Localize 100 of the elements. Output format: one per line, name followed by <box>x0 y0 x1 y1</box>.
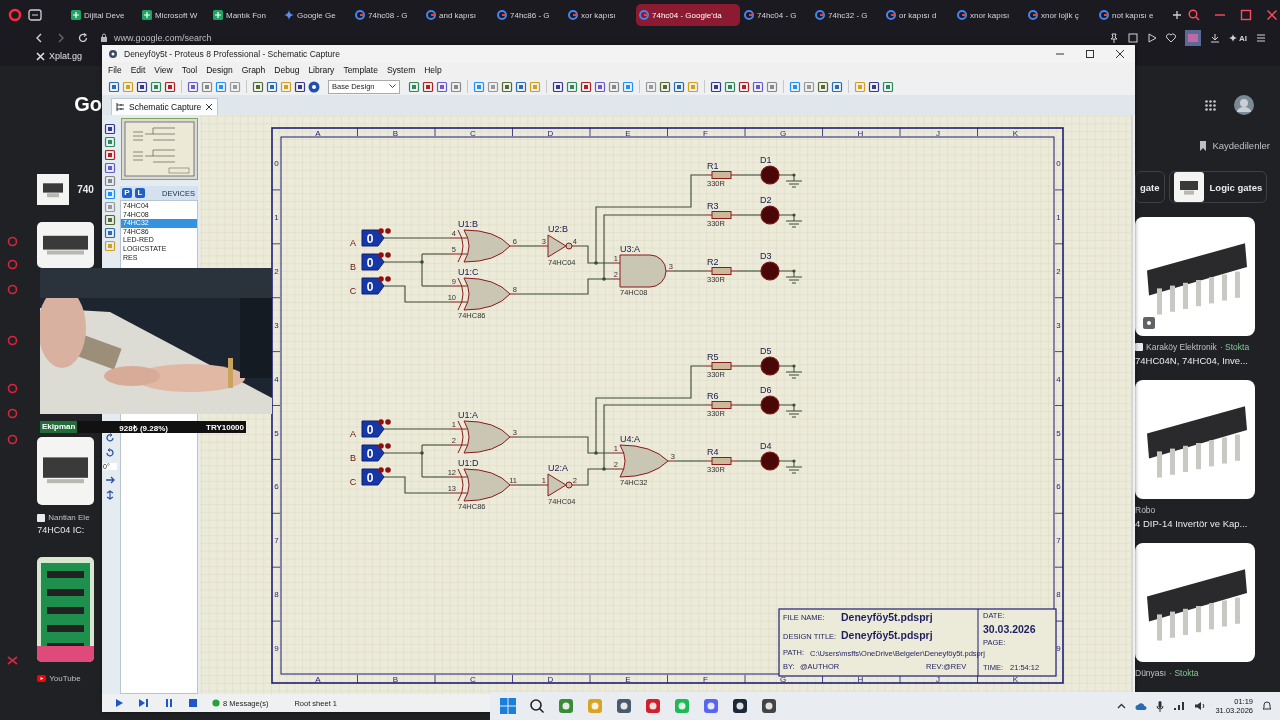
input-label: B <box>350 262 356 272</box>
menu-item[interactable]: Tool <box>181 65 198 75</box>
store-name: Dünyası <box>1135 668 1167 678</box>
resistor-label: R6 <box>707 391 719 401</box>
source-text: Nantian Ele <box>48 513 90 522</box>
grid-label: 7 <box>274 536 279 546</box>
document-tab[interactable]: Schematic Capture <box>111 98 219 115</box>
grid-label: 1 <box>274 212 279 222</box>
led-label: D3 <box>760 251 772 261</box>
grid-label: 4 <box>1056 374 1061 384</box>
grid-label: 7 <box>1056 536 1061 546</box>
menu-item[interactable]: Debug <box>274 65 300 75</box>
grid-label: 3 <box>1056 320 1061 330</box>
logic-value: 0 <box>366 446 374 461</box>
grid-label: E <box>625 128 631 138</box>
result-title[interactable]: 74HC04 IC: <box>37 525 102 535</box>
logic-value: 0 <box>366 422 374 437</box>
menu-item[interactable]: Library <box>308 65 335 75</box>
grid-label: G <box>779 675 787 685</box>
menu-item[interactable]: View <box>154 65 173 75</box>
grid-label: H <box>857 128 864 138</box>
logo-text: Go <box>74 92 102 116</box>
grid-label: G <box>779 128 787 138</box>
menu-item[interactable]: Template <box>343 65 378 75</box>
browser-tab[interactable]: 74hc86 - G <box>494 4 564 26</box>
stock-text: · Stokta <box>1219 342 1250 352</box>
resistor-label: R5 <box>707 352 719 362</box>
browser-tab[interactable]: Mantık Fon <box>210 4 280 26</box>
led-label: D2 <box>760 195 772 205</box>
browser-tab[interactable]: or kapısı d <box>883 4 953 26</box>
resistor-label: R3 <box>707 201 719 211</box>
product-title[interactable]: 74HC04N, 74HC04, Inve... <box>1135 355 1248 366</box>
filter-chip[interactable]: Logic gates <box>1168 171 1268 203</box>
led-label: D5 <box>760 346 772 356</box>
grid-label: 6 <box>1056 482 1061 492</box>
grid-label: B <box>392 675 399 685</box>
gate-label: U4:A <box>620 434 640 444</box>
gate-label: U1:C <box>458 267 479 277</box>
logic-value: 0 <box>366 279 374 294</box>
browser-tab[interactable]: 74hc08 - G <box>352 4 422 26</box>
led-label: D1 <box>760 155 772 165</box>
file-name: Deneyföy5t.pdsprj <box>841 611 933 623</box>
resistor-label: R2 <box>707 257 719 267</box>
logic-value: 0 <box>366 231 374 246</box>
saved-link[interactable]: Kaydedilenler <box>1199 140 1270 151</box>
gate-label: U1:D <box>458 458 479 468</box>
design-title: Deneyföy5t.pdsprj <box>841 629 933 641</box>
grid-label: H <box>857 675 864 685</box>
browser-tab[interactable]: and kapısı <box>423 4 493 26</box>
grid-label: 3 <box>274 320 279 330</box>
led-label: D4 <box>760 441 772 451</box>
browser-tab[interactable]: Microsoft W <box>139 4 209 26</box>
menu-item[interactable]: Help <box>424 65 442 75</box>
picker-button[interactable]: P <box>122 188 132 198</box>
grid-label: 1 <box>1056 212 1061 222</box>
goal-text: TRY10000 <box>206 422 245 432</box>
store-name: Karaköy Elektronik <box>1146 342 1217 352</box>
date-text: 30.03.2026 <box>983 623 1036 635</box>
grid-label: F <box>703 128 708 138</box>
menu-item[interactable]: Graph <box>241 65 266 75</box>
store-name: Robo <box>1135 505 1156 515</box>
window-title: Deneyföy5t - Proteus 8 Professional - Schematic Capture <box>124 48 340 59</box>
picker-button[interactable]: L <box>135 188 145 198</box>
browser-tab[interactable]: 74hc04 - G <box>741 4 811 26</box>
source-text: YouTube <box>49 674 81 683</box>
menu-item[interactable]: System <box>386 65 416 75</box>
menu-item[interactable]: Edit <box>130 65 146 75</box>
gate-label: U1:B <box>458 219 478 229</box>
input-label: A <box>350 238 356 248</box>
browser-tab[interactable]: xnor lojik ç <box>1025 4 1095 26</box>
product-title[interactable]: 4 DIP-14 Invertör ve Kap... <box>1135 518 1248 529</box>
browser-tab[interactable]: 74hc04 - Google'da <box>636 4 740 26</box>
ai-button[interactable]: AI <box>1229 33 1247 43</box>
address-field[interactable]: www.google.com/search <box>114 33 212 43</box>
resistor-label: R4 <box>707 447 719 457</box>
browser-tab[interactable]: 74hc32 - G <box>812 4 882 26</box>
grid-label: 6 <box>274 482 279 492</box>
grid-label: 8 <box>274 590 279 600</box>
menu-item[interactable]: Design <box>206 65 233 75</box>
grid-label: K <box>1012 675 1019 685</box>
grid-label: 0 <box>1056 159 1061 168</box>
input-label: C <box>349 286 357 296</box>
input-label: C <box>349 477 357 487</box>
grid-label: 9 <box>1056 644 1061 654</box>
browser-tab[interactable]: not kapısı e <box>1096 4 1166 26</box>
grid-label: 8 <box>1056 590 1061 600</box>
browser-tab[interactable]: xor kapısı <box>565 4 635 26</box>
grid-label: E <box>625 675 631 685</box>
grid-label: K <box>1012 128 1019 138</box>
grid-label: J <box>936 675 940 685</box>
resistor-label: R1 <box>707 161 719 171</box>
browser-tab[interactable]: xnor kapısı <box>954 4 1024 26</box>
bookmark-link[interactable]: Xplat.gg <box>36 51 83 61</box>
grid-label: D <box>547 128 554 138</box>
browser-tab[interactable]: Dijital Deve <box>68 4 138 26</box>
logic-value: 0 <box>366 255 374 270</box>
menu-item[interactable]: File <box>108 65 122 75</box>
input-label: B <box>350 453 356 463</box>
browser-tab[interactable]: Google Ge <box>281 4 351 26</box>
led-label: D6 <box>760 385 772 395</box>
